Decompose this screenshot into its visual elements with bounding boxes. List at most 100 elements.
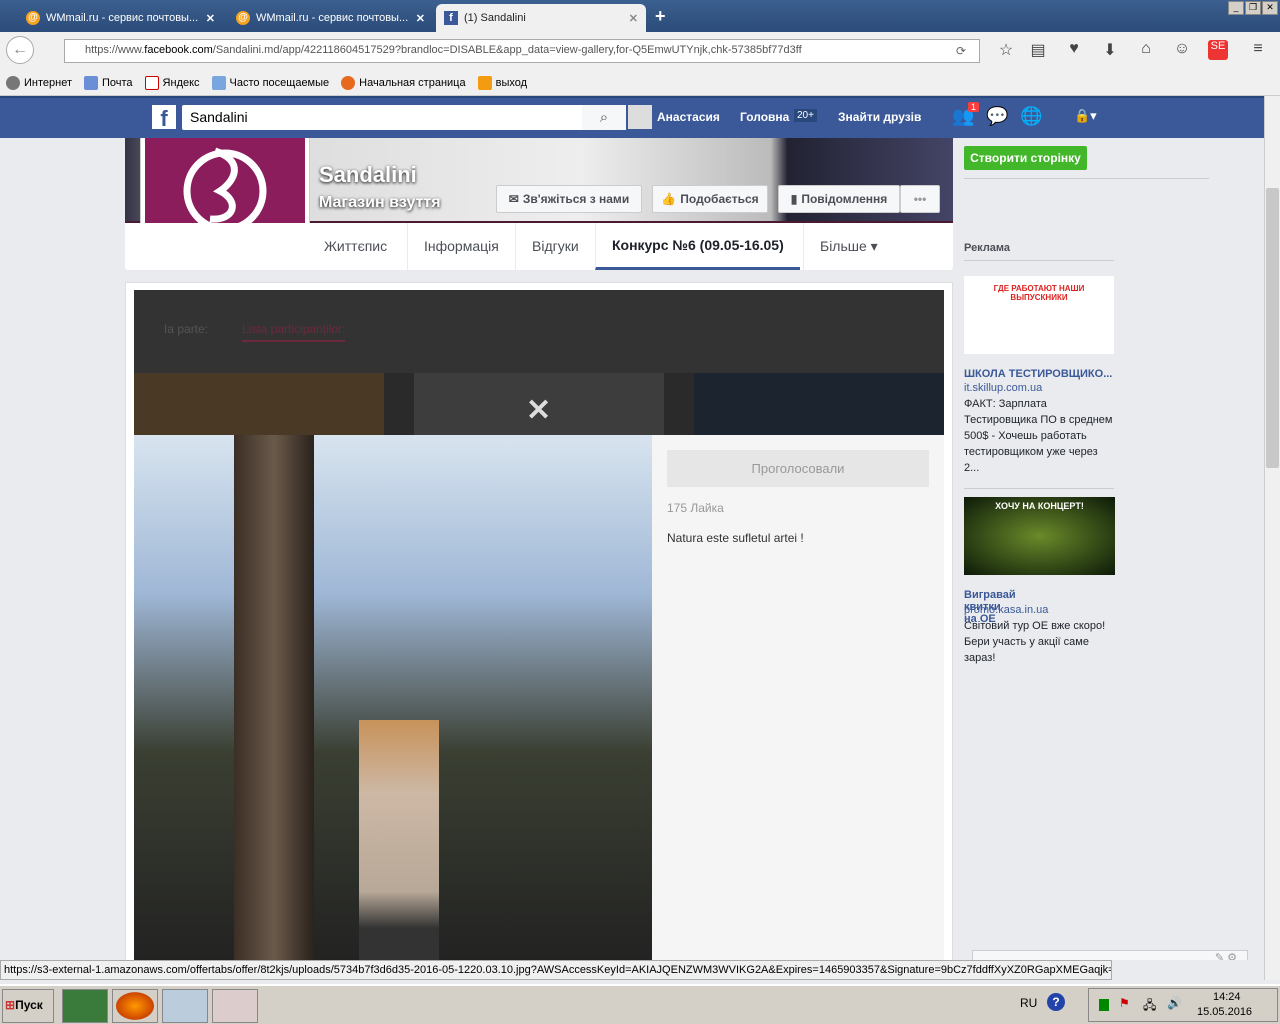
profile-link[interactable]: Анастасия: [657, 110, 720, 124]
chat-sidebar-controls[interactable]: ✎ ⚙: [972, 950, 1248, 960]
page-category: Магазин взуття: [319, 194, 441, 211]
more-options-button[interactable]: •••: [900, 185, 940, 213]
facebook-logo[interactable]: f: [152, 105, 176, 131]
window-controls: _ ❐ ✕: [1228, 1, 1278, 15]
clock-date[interactable]: 15.05.2016: [1197, 1006, 1252, 1018]
page-name[interactable]: Sandalini: [319, 162, 417, 188]
tab-timeline[interactable]: Життєпис: [308, 223, 403, 270]
smiley-icon[interactable]: ☺: [1172, 40, 1192, 60]
yandex-icon: [144, 75, 159, 90]
avatar[interactable]: [628, 105, 652, 129]
language-indicator[interactable]: RU: [1020, 996, 1037, 1010]
paint-taskbar-button[interactable]: [212, 989, 258, 1023]
help-icon[interactable]: ?: [1047, 993, 1065, 1011]
back-button[interactable]: ←: [6, 36, 34, 64]
divider: [964, 488, 1114, 489]
page-tabs: Життєпис Інформація Відгуки Конкурс №6 (…: [125, 223, 953, 270]
tray-status-icon[interactable]: [1099, 999, 1109, 1011]
reading-list-icon[interactable]: ▤: [1028, 40, 1048, 60]
browser-tab-active[interactable]: f (1) Sandalini ✕: [436, 4, 646, 32]
close-icon[interactable]: ✕: [526, 393, 551, 428]
wmmail-icon: @: [236, 11, 250, 25]
action-center-icon[interactable]: ⚑: [1119, 996, 1130, 1010]
download-icon[interactable]: ⬇: [1100, 40, 1120, 60]
contact-us-button[interactable]: ✉ Зв'яжіться з нами: [496, 185, 642, 213]
firefox-icon: [341, 75, 356, 90]
system-tray: ⚑ 🖧 🔊 14:24 15.05.2016: [1088, 988, 1278, 1022]
ad-site[interactable]: it.skillup.com.ua: [964, 382, 1042, 394]
thumbnail[interactable]: [694, 373, 944, 435]
vertical-scrollbar[interactable]: [1264, 96, 1280, 980]
wmmail-icon: @: [26, 11, 40, 25]
reload-icon[interactable]: ⟳: [956, 44, 966, 58]
home-icon[interactable]: ⌂: [1136, 40, 1156, 60]
bookmark-item[interactable]: Часто посещаемые: [211, 75, 329, 90]
settings-gear-icon[interactable]: ⚙: [1227, 952, 1237, 960]
photo-details-panel: Проголосовали 175 Лайка Natura este sufl…: [652, 435, 944, 960]
volume-icon[interactable]: 🔊: [1167, 996, 1182, 1010]
ad-image[interactable]: ХОЧУ НА КОНЦЕРТ!: [964, 497, 1115, 575]
bookmark-item[interactable]: Начальная страница: [341, 75, 466, 90]
person: [359, 720, 439, 960]
browser-tab[interactable]: @ WMmail.ru - сервис почтовы... ✕: [228, 4, 433, 32]
tab-info[interactable]: Інформація: [407, 223, 515, 270]
bookmark-item[interactable]: Яндекс: [144, 75, 200, 90]
divider: [964, 178, 1209, 179]
tab-more[interactable]: Більше ▾: [803, 223, 894, 270]
participants-list-link[interactable]: Lista participanților:: [242, 322, 346, 342]
gallery-thumbnails: ✕: [134, 373, 944, 435]
bookmark-star-icon[interactable]: ☆: [996, 40, 1016, 60]
messages-icon[interactable]: 💬: [986, 106, 1008, 127]
create-page-button[interactable]: Створити сторінку: [964, 146, 1087, 170]
close-tab-icon[interactable]: ✕: [206, 12, 215, 25]
thumbnail[interactable]: [134, 373, 384, 435]
close-window-button[interactable]: ✕: [1262, 1, 1278, 15]
ad-image[interactable]: ГДЕ РАБОТАЮТ НАШИ ВЫПУСКНИКИ: [964, 276, 1114, 354]
scrollbar-thumb[interactable]: [1266, 188, 1279, 468]
firefox-taskbar-button[interactable]: [112, 989, 158, 1023]
new-tab-button[interactable]: +: [655, 6, 666, 27]
notifications-globe-icon[interactable]: 🌐: [1020, 106, 1042, 127]
like-button[interactable]: 👍 Подобається: [652, 185, 768, 213]
home-link[interactable]: Головна: [740, 110, 789, 124]
taskbar-app[interactable]: [62, 989, 108, 1023]
search-button[interactable]: ⌕: [582, 105, 626, 130]
taskbar-app[interactable]: [162, 989, 208, 1023]
tab-reviews[interactable]: Відгуки: [515, 223, 595, 270]
status-bar: https://s3-external-1.amazonaws.com/offe…: [0, 960, 1112, 980]
start-button[interactable]: ⊞Пуск: [2, 989, 54, 1023]
windows-logo-icon: ⊞: [5, 998, 16, 1012]
close-tab-icon[interactable]: ✕: [416, 12, 425, 25]
tab-contest[interactable]: Конкурс №6 (09.05-16.05): [595, 223, 800, 270]
ad-title[interactable]: ШКОЛА ТЕСТИРОВЩИКО...: [964, 368, 1114, 380]
browser-tab-bar: @ WMmail.ru - сервис почтовы... ✕ @ WMmail.…: [0, 0, 1280, 32]
search-input[interactable]: Sandalini: [182, 105, 626, 130]
exit-icon: [477, 75, 492, 90]
menu-icon[interactable]: ≡: [1248, 40, 1268, 60]
bookmark-item[interactable]: Почта: [84, 75, 133, 90]
ad-site[interactable]: promo.kasa.in.ua: [964, 604, 1048, 616]
clock-time[interactable]: 14:24: [1213, 991, 1241, 1003]
bookmark-item[interactable]: Интернет: [6, 75, 72, 90]
addon-icon[interactable]: SE: [1208, 40, 1228, 60]
privacy-lock-icon[interactable]: 🔒▾: [1074, 108, 1097, 124]
pocket-icon[interactable]: ♥: [1064, 40, 1084, 60]
globe-icon: [6, 75, 20, 90]
find-friends-link[interactable]: Знайти друзів: [838, 110, 921, 124]
voted-button[interactable]: Проголосовали: [667, 450, 929, 487]
minimize-button[interactable]: _: [1228, 1, 1244, 15]
bookmark-item[interactable]: выход: [477, 75, 527, 90]
maximize-button[interactable]: ❐: [1245, 1, 1261, 15]
bookmarks-bar: Интернет Почта Яндекс Часто посещаемые Н…: [0, 70, 1280, 96]
message-button[interactable]: ▮ Повідомлення: [778, 185, 900, 213]
mail-icon: ✉: [508, 192, 519, 206]
browser-tab[interactable]: @ WMmail.ru - сервис почтовы... ✕: [18, 4, 223, 32]
network-icon[interactable]: 🖧: [1143, 996, 1156, 1017]
close-tab-icon[interactable]: ✕: [629, 12, 638, 25]
gallery-overlay-header: Ia parte: Lista participanților:: [134, 290, 944, 373]
compose-icon[interactable]: ✎: [1215, 952, 1224, 960]
part-label: Ia parte:: [164, 322, 209, 336]
message-icon: ▮: [790, 192, 798, 206]
facebook-top-bar: f Sandalini ⌕ Анастасия Головна 20+ Знай…: [0, 96, 1264, 138]
url-bar[interactable]: https://www.facebook.com/Sandalini.md/ap…: [64, 39, 980, 63]
